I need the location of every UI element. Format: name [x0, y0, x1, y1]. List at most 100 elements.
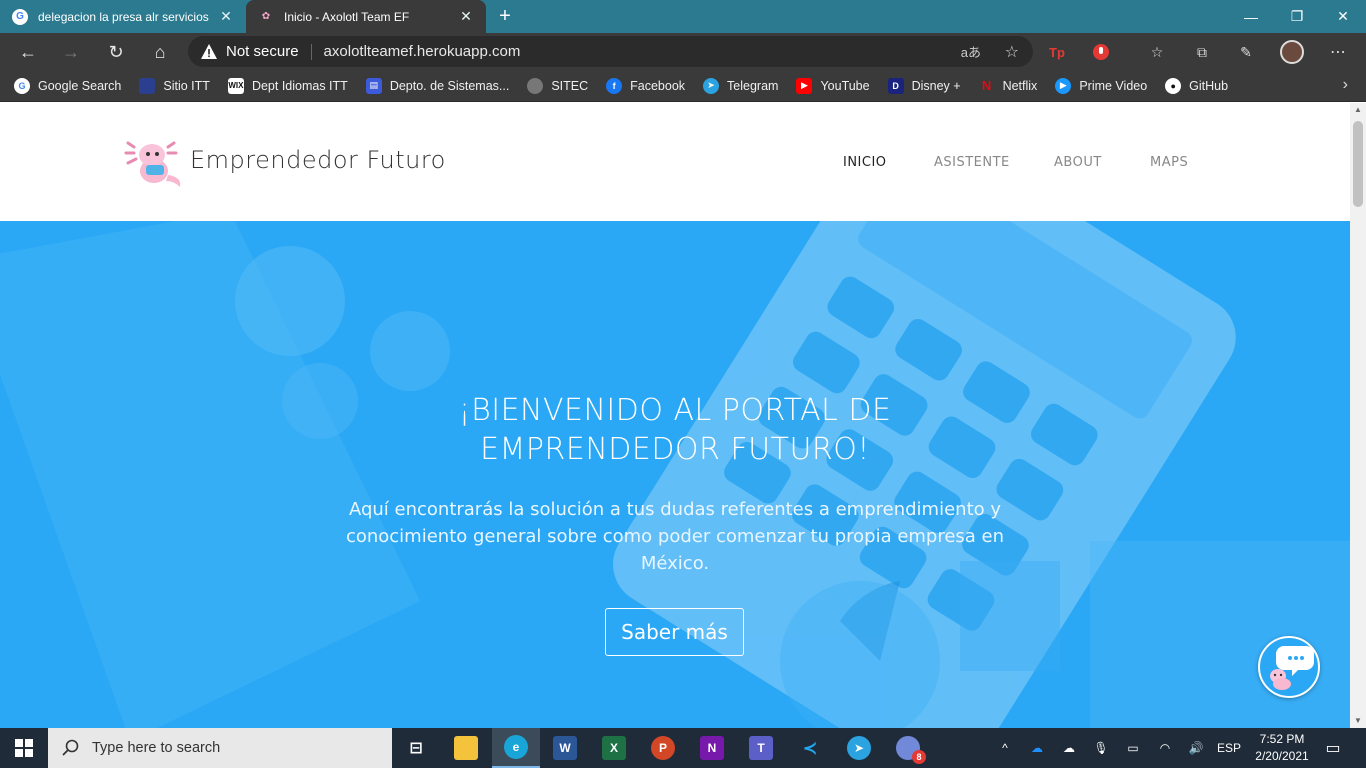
- taskbar-search[interactable]: Type here to search: [48, 728, 392, 768]
- vscode-button[interactable]: ≺: [786, 728, 834, 768]
- search-icon: [62, 739, 79, 756]
- profile-avatar[interactable]: [1280, 40, 1304, 64]
- back-button[interactable]: ←: [14, 38, 42, 66]
- notifications-icon[interactable]: ▭: [1320, 728, 1346, 768]
- new-tab-button[interactable]: +: [493, 4, 517, 28]
- bookmark-label: Depto. de Sistemas...: [389, 78, 510, 93]
- saber-mas-button[interactable]: Saber más: [605, 608, 744, 656]
- powerpoint-button[interactable]: P: [639, 728, 687, 768]
- search-placeholder: Type here to search: [92, 740, 221, 756]
- edge-icon: e: [504, 735, 528, 759]
- clock-time: 7:52 PM: [1259, 732, 1305, 746]
- extension-record-icon[interactable]: [1089, 40, 1113, 64]
- read-aloud-icon[interactable]: aあ: [961, 42, 981, 61]
- close-icon[interactable]: ✕: [458, 8, 474, 25]
- file-explorer-button[interactable]: [442, 728, 490, 768]
- axolotl-logo[interactable]: [124, 133, 186, 193]
- refresh-button[interactable]: ↻: [102, 38, 130, 66]
- divider: [310, 43, 312, 60]
- tp-extension-icon[interactable]: Tp: [1045, 40, 1069, 64]
- bookmark-facebook[interactable]: f Facebook: [606, 77, 685, 94]
- bookmark-label: GitHub: [1189, 78, 1229, 93]
- word-button[interactable]: W: [541, 728, 589, 768]
- youtube-icon: ▶: [796, 77, 813, 94]
- bookmark-dept-idiomas[interactable]: WIX Dept Idiomas ITT: [227, 77, 348, 94]
- forward-button[interactable]: →: [57, 38, 85, 66]
- restore-button[interactable]: ❐: [1274, 0, 1320, 33]
- start-button[interactable]: [0, 728, 48, 768]
- web-page: Emprendedor Futuro INICIO ASISTENTE ABOU…: [0, 103, 1350, 728]
- bookmark-sitec[interactable]: SITEC: [527, 77, 588, 94]
- cloud-icon[interactable]: ☁: [1058, 728, 1080, 768]
- bookmark-github[interactable]: ● GitHub: [1165, 77, 1229, 94]
- url-text[interactable]: axolotlteamef.herokuapp.com: [324, 43, 521, 60]
- bookmark-prime-video[interactable]: ▶ Prime Video: [1055, 77, 1148, 94]
- teams-button[interactable]: T: [737, 728, 785, 768]
- onenote-button[interactable]: N: [688, 728, 736, 768]
- telegram-icon: ➤: [703, 77, 720, 94]
- chatbot-button[interactable]: [1258, 636, 1320, 698]
- axolotl-icon: ✿: [261, 11, 271, 22]
- bookmark-youtube[interactable]: ▶ YouTube: [796, 77, 870, 94]
- discord-badge: 8: [912, 750, 926, 764]
- wifi-icon[interactable]: ◠: [1154, 728, 1176, 768]
- bookmark-label: Prime Video: [1079, 78, 1148, 93]
- bookmark-telegram[interactable]: ➤ Telegram: [703, 77, 779, 94]
- chevron-right-icon[interactable]: ›: [1343, 76, 1348, 94]
- telegram-button[interactable]: ➤: [835, 728, 883, 768]
- edge-button[interactable]: e: [492, 728, 540, 768]
- add-favorite-icon[interactable]: ☆: [1005, 42, 1019, 62]
- scroll-down-arrow-icon[interactable]: ▼: [1350, 714, 1366, 728]
- scroll-up-arrow-icon[interactable]: ▲: [1350, 103, 1366, 117]
- close-icon[interactable]: ✕: [218, 8, 234, 25]
- home-button[interactable]: ⌂: [146, 38, 174, 66]
- bookmark-disney[interactable]: D Disney +: [887, 77, 961, 94]
- task-view-button[interactable]: ⊟: [392, 728, 440, 768]
- github-icon: ●: [1165, 77, 1182, 94]
- excel-icon: X: [602, 736, 626, 760]
- sistemas-icon: ▤: [365, 77, 382, 94]
- bookmark-label: Google Search: [38, 78, 122, 93]
- bookmark-sitio-itt[interactable]: Sitio ITT: [139, 77, 210, 94]
- collections-icon[interactable]: ⧉: [1190, 40, 1214, 64]
- prime-video-icon: ▶: [1055, 77, 1072, 94]
- bookmark-label: Telegram: [727, 78, 779, 93]
- language-indicator[interactable]: ESP: [1214, 728, 1244, 768]
- bookmark-netflix[interactable]: N Netflix: [978, 77, 1038, 94]
- discord-button[interactable]: 8: [884, 728, 932, 768]
- bookmark-depto-sistemas[interactable]: ▤ Depto. de Sistemas...: [365, 77, 510, 94]
- onedrive-icon[interactable]: ☁: [1026, 728, 1048, 768]
- show-hidden-icons-icon[interactable]: ^: [994, 728, 1016, 768]
- site-title[interactable]: Emprendedor Futuro: [190, 146, 446, 174]
- system-clock[interactable]: 7:52 PM 2/20/2021: [1246, 731, 1318, 765]
- hero-banner: ¡BIENVENIDO AL PORTAL DE EMPRENDEDOR FUT…: [0, 221, 1350, 728]
- minimize-button[interactable]: —: [1228, 0, 1274, 33]
- more-menu-icon[interactable]: ⋯: [1326, 40, 1350, 64]
- itt-icon: [139, 77, 156, 94]
- excel-button[interactable]: X: [590, 728, 638, 768]
- hero-title: ¡BIENVENIDO AL PORTAL DE EMPRENDEDOR FUT…: [458, 393, 892, 467]
- address-bar[interactable]: Not secure axolotlteamef.herokuapp.com a…: [188, 36, 1033, 67]
- bookmark-google-search[interactable]: G Google Search: [14, 77, 122, 94]
- nav-asistente[interactable]: ASISTENTE: [934, 155, 1010, 170]
- nav-inicio[interactable]: INICIO: [843, 155, 887, 170]
- extensions-icon[interactable]: ✎: [1234, 40, 1258, 64]
- tab-delegacion[interactable]: G delegacion la presa alr servicios ✕: [0, 0, 246, 33]
- teams-icon: T: [749, 736, 773, 760]
- tab-inicio[interactable]: ✿ Inicio - Axolotl Team EF ✕: [246, 0, 486, 33]
- volume-icon[interactable]: 🔊: [1184, 728, 1208, 768]
- wix-icon: WIX: [227, 77, 244, 94]
- page-scrollbar[interactable]: ▲ ▼: [1350, 103, 1366, 728]
- nav-about[interactable]: ABOUT: [1054, 155, 1102, 170]
- telegram-icon: ➤: [847, 736, 871, 760]
- microphone-icon[interactable]: 🎙: [1090, 728, 1112, 768]
- battery-icon[interactable]: ▭: [1122, 728, 1144, 768]
- scroll-thumb[interactable]: [1353, 121, 1363, 207]
- close-window-button[interactable]: ✕: [1320, 0, 1366, 33]
- favorites-icon[interactable]: ☆: [1145, 40, 1169, 64]
- security-label[interactable]: Not secure: [226, 43, 299, 60]
- vscode-icon: ≺: [798, 736, 822, 760]
- nav-maps[interactable]: MAPS: [1150, 155, 1188, 170]
- bookmark-label: Netflix: [1002, 78, 1038, 93]
- windows-taskbar: Type here to search ⊟ e W X P N T ≺ ➤ 8 …: [0, 728, 1366, 768]
